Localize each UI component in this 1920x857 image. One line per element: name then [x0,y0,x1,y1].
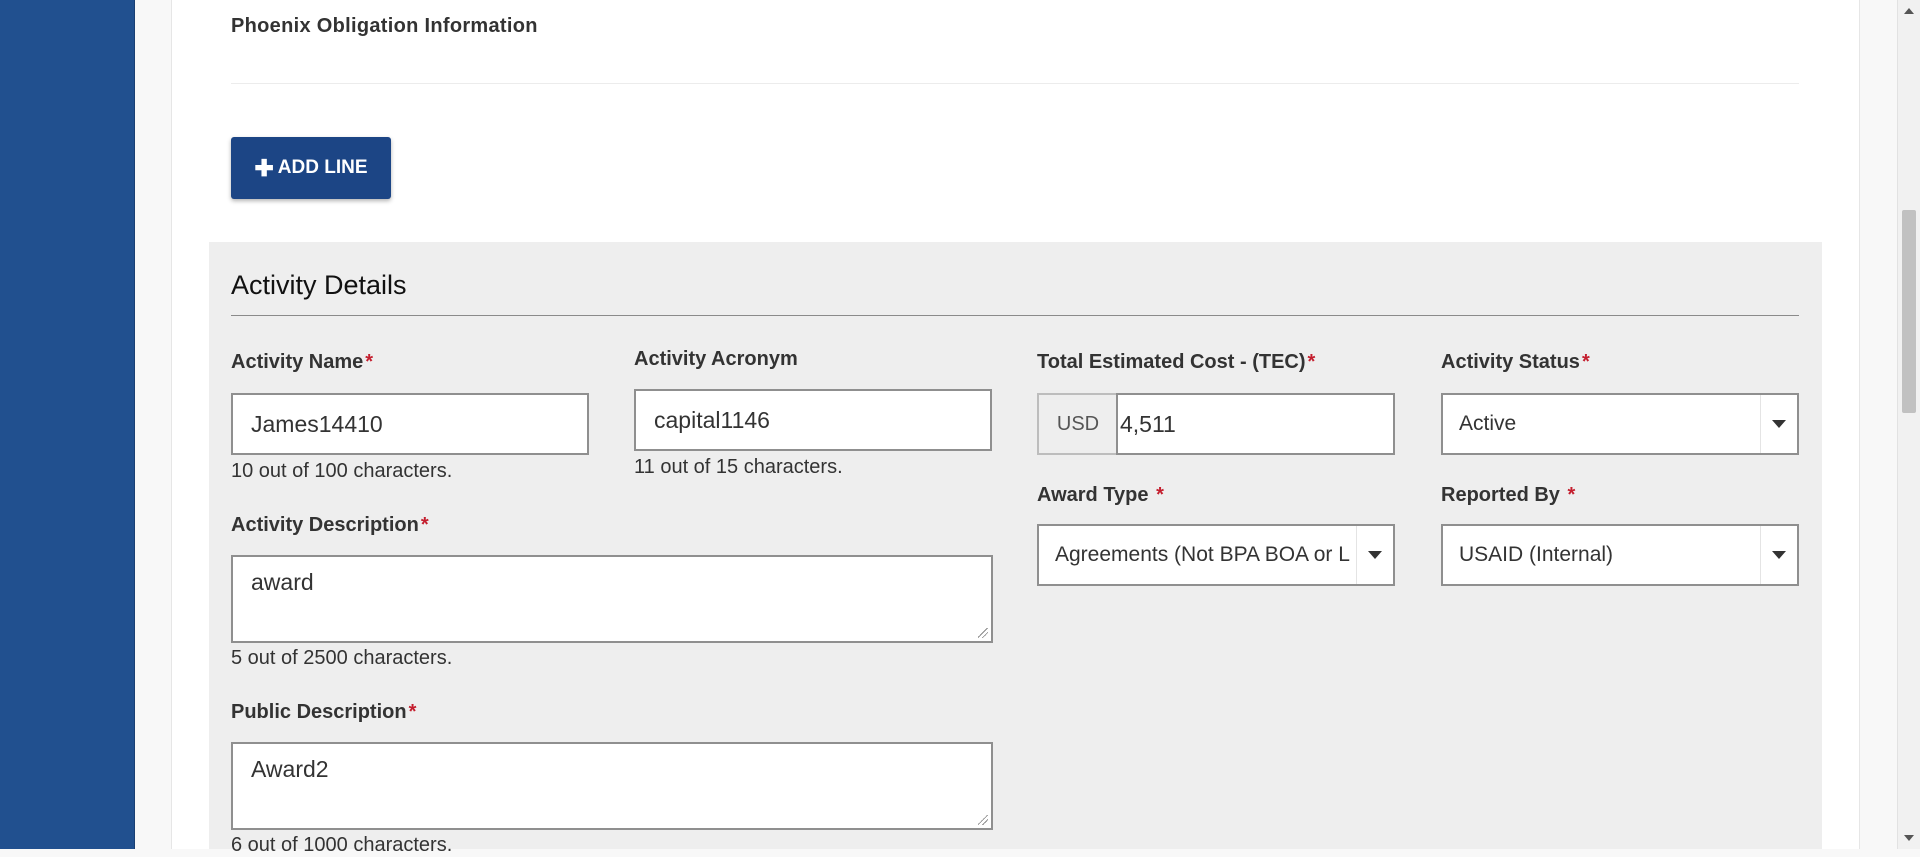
scroll-up-arrow-icon[interactable] [1904,8,1914,14]
award-type-select[interactable]: Agreements (Not BPA BOA or L [1037,524,1395,586]
required-marker: * [408,701,417,723]
activity-acronym-label-text: Activity Acronym [634,348,798,370]
activity-name-label-text: Activity Name [231,351,364,373]
required-marker: * [365,351,374,373]
tec-label-text: Total Estimated Cost - (TEC) [1037,351,1306,373]
required-marker: * [1156,484,1164,506]
activity-status-label: Activity Status * [1441,351,1590,374]
resize-handle-icon[interactable] [978,815,988,825]
add-line-label: ADD LINE [277,157,368,178]
left-sidebar [0,0,135,849]
obligation-section-title: Phoenix Obligation Information [231,15,538,37]
required-marker: * [420,514,429,536]
page-scrollbar[interactable] [1897,0,1920,849]
activity-name-input[interactable]: James14410 [231,393,589,455]
activity-description-textarea[interactable]: award [231,555,993,643]
public-description-value: Award2 [251,756,329,782]
tec-value: 4,511 [1120,410,1176,437]
resize-handle-icon[interactable] [978,628,988,638]
award-type-value: Agreements (Not BPA BOA or L [1055,543,1350,566]
activity-acronym-value: capital1146 [654,406,770,433]
activity-description-value: award [251,569,314,595]
chevron-down-icon[interactable] [1760,395,1797,453]
award-type-label: Award Type * [1037,484,1164,507]
activity-name-value: James14410 [251,410,383,437]
activity-status-label-text: Activity Status [1441,351,1580,373]
public-description-textarea[interactable]: Award2 [231,742,993,830]
reported-by-value: USAID (Internal) [1459,543,1614,566]
required-marker: * [1581,351,1590,373]
activity-acronym-label: Activity Acronym [634,348,798,371]
public-description-label: Public Description * [231,701,416,724]
required-marker: * [1567,484,1576,506]
public-description-char-count: 6 out of 1000 characters. [231,834,453,856]
award-type-label-text: Award Type [1037,484,1149,506]
activity-description-label-text: Activity Description [231,514,419,536]
activity-details-divider [231,315,1799,316]
reported-by-select[interactable]: USAID (Internal) [1441,524,1799,586]
scroll-thumb[interactable] [1902,210,1916,413]
activity-description-char-count: 5 out of 2500 characters. [231,647,453,669]
reported-by-label: Reported By * [1441,484,1575,507]
activity-acronym-char-count: 11 out of 15 characters. [634,456,843,478]
activity-status-select[interactable]: Active [1441,393,1799,455]
plus-icon: ✚ [254,154,274,181]
required-marker: * [1307,351,1316,373]
tec-label: Total Estimated Cost - (TEC) * [1037,351,1315,374]
section-divider [231,83,1799,84]
activity-name-char-count: 10 out of 100 characters. [231,460,453,482]
add-line-button[interactable]: ✚ ADD LINE [231,137,391,199]
activity-acronym-input[interactable]: capital1146 [634,389,992,451]
scroll-down-arrow-icon[interactable] [1904,835,1914,841]
activity-name-label: Activity Name * [231,351,373,374]
chevron-down-icon[interactable] [1760,526,1797,584]
activity-status-value: Active [1459,412,1517,435]
activity-details-title: Activity Details [231,270,407,300]
reported-by-label-text: Reported By [1441,484,1560,506]
currency-prefix: USD [1037,393,1117,455]
activity-description-label: Activity Description * [231,514,429,537]
chevron-down-icon[interactable] [1356,526,1393,584]
tec-input[interactable]: 4,511 [1116,393,1395,455]
public-description-label-text: Public Description [231,701,407,723]
